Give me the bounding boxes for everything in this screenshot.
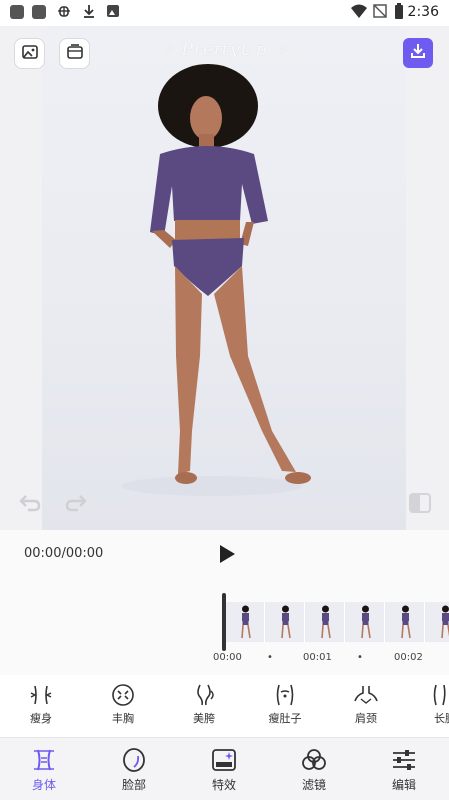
- nav-label: 身体: [31, 778, 56, 792]
- timeline-filmstrip[interactable]: [225, 602, 449, 642]
- slim-body-icon: [10, 683, 72, 707]
- nav-label: 滤镜: [301, 778, 326, 792]
- timeline-frame: [425, 602, 449, 642]
- nav-label: 特效: [211, 778, 236, 792]
- tool-label: 美胯: [193, 712, 215, 725]
- redo-icon: [64, 492, 88, 516]
- battery-icon: [394, 3, 404, 24]
- play-icon: [216, 545, 238, 569]
- bug-icon: [56, 3, 72, 23]
- person-photo: [122, 64, 311, 496]
- effects-icon: [194, 747, 254, 773]
- timecode: 00:00/00:00: [24, 546, 104, 561]
- playback-panel: 00:00/00:00 00:00 • 00:01 • 00:02: [0, 530, 449, 675]
- bottom-nav: 身体 脸部 特效 滤镜 编辑: [0, 737, 449, 800]
- album-icon: [66, 43, 84, 65]
- slim-belly-icon: [254, 683, 316, 707]
- nav-label: 脸部: [121, 778, 146, 792]
- compare-icon: [407, 490, 433, 520]
- body-icon: [14, 747, 74, 773]
- notification-square-icon: [10, 5, 24, 19]
- timeline-frame: [265, 602, 305, 642]
- redo-button[interactable]: [62, 490, 90, 518]
- download-icon: [409, 42, 427, 64]
- tool-slim-body[interactable]: 瘦身: [10, 683, 72, 726]
- image-notification-icon: [106, 3, 120, 23]
- timeline-frame: [385, 602, 425, 642]
- notification-square-icon: [32, 5, 46, 19]
- tick-label: 00:02: [394, 652, 423, 663]
- edit-icon: [374, 747, 434, 773]
- tick-label: 00:00: [213, 652, 242, 663]
- wifi-icon: [350, 3, 368, 23]
- album-button[interactable]: [59, 38, 90, 69]
- long-legs-icon: [410, 683, 449, 707]
- tool-long-legs[interactable]: 长腿: [410, 683, 449, 726]
- image-icon: [21, 43, 39, 65]
- tool-shoulder-neck[interactable]: 肩颈: [335, 683, 397, 726]
- tool-label: 肩颈: [355, 712, 377, 725]
- timeline-frame: [345, 602, 385, 642]
- gallery-button[interactable]: [14, 38, 45, 69]
- status-bar: 2:36: [0, 0, 449, 26]
- shoulder-neck-icon: [335, 683, 397, 707]
- tick-dot: •: [267, 652, 273, 663]
- hip-icon: [173, 683, 235, 707]
- tool-label: 瘦肚子: [268, 712, 302, 725]
- tool-label: 瘦身: [30, 712, 52, 725]
- photo-preview[interactable]: ✧ PrettyUp ✧: [0, 26, 449, 530]
- timeline-frame: [225, 602, 265, 642]
- face-icon: [104, 747, 164, 773]
- nav-filter[interactable]: 滤镜: [284, 747, 344, 793]
- tool-hip[interactable]: 美胯: [173, 683, 235, 726]
- enhance-chest-icon: [92, 683, 154, 707]
- no-signal-icon: [373, 3, 387, 23]
- tick-label: 00:01: [303, 652, 332, 663]
- status-time: 2:36: [407, 4, 439, 20]
- nav-effects[interactable]: 特效: [194, 747, 254, 793]
- download-button[interactable]: [403, 38, 433, 68]
- undo-button[interactable]: [16, 490, 44, 518]
- tool-label: 丰胸: [112, 712, 134, 725]
- timeline-frame: [305, 602, 345, 642]
- filter-icon: [284, 747, 344, 773]
- undo-icon: [18, 492, 42, 516]
- tool-label: 长腿: [434, 712, 449, 725]
- timeline-playhead[interactable]: [222, 593, 226, 651]
- nav-body[interactable]: 身体: [14, 747, 74, 793]
- download-arrow-icon: [82, 3, 96, 23]
- body-tools-strip[interactable]: 瘦身 丰胸 美胯 瘦肚子 肩颈 长腿: [0, 675, 449, 737]
- photo-canvas[interactable]: [42, 26, 406, 530]
- play-button[interactable]: [216, 543, 238, 565]
- nav-face[interactable]: 脸部: [104, 747, 164, 793]
- tick-dot: •: [357, 652, 363, 663]
- nav-label: 编辑: [391, 778, 416, 792]
- tool-slim-belly[interactable]: 瘦肚子: [254, 683, 316, 726]
- compare-button[interactable]: [405, 490, 435, 520]
- tool-enhance-chest[interactable]: 丰胸: [92, 683, 154, 726]
- nav-edit[interactable]: 编辑: [374, 747, 434, 793]
- timeline-ticks: 00:00 • 00:01 • 00:02: [0, 652, 449, 666]
